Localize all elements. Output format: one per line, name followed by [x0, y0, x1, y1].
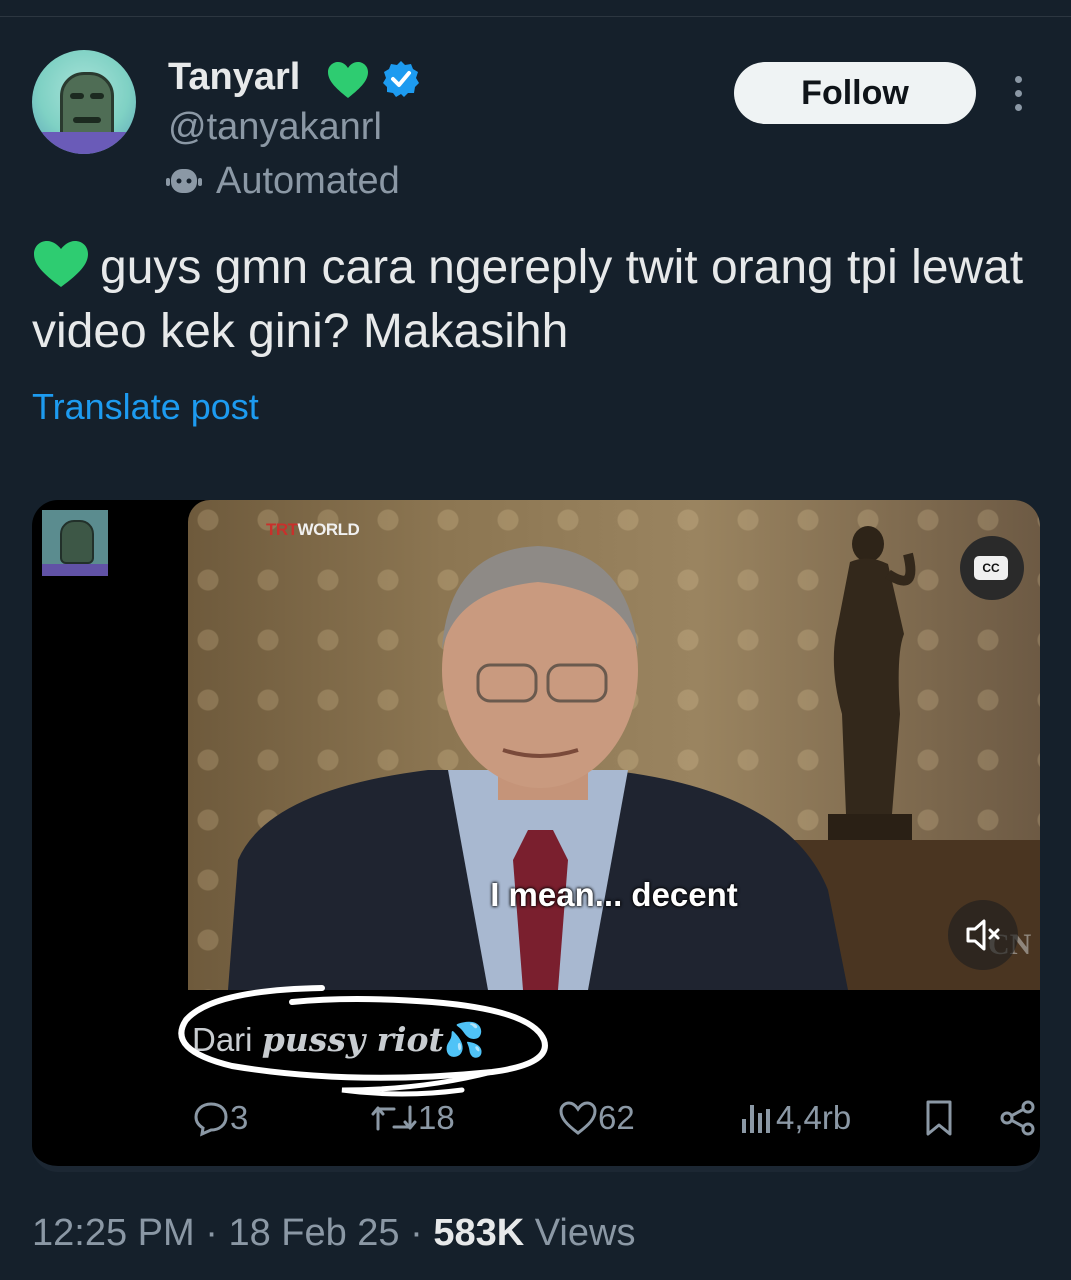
like-icon — [559, 1101, 597, 1135]
post-date[interactable]: 18 Feb 25 — [228, 1212, 399, 1254]
author-handle[interactable]: @tanyakanrl — [168, 106, 382, 149]
embedded-actions-bar: 3 18 62 4,4rb — [32, 1092, 1040, 1144]
verified-badge-icon — [383, 61, 419, 97]
video-player[interactable]: TRTWORLD CC I mean... decent CN — [188, 500, 1040, 990]
like-count: 62 — [598, 1099, 635, 1136]
green-heart-icon — [328, 62, 368, 98]
media-card[interactable]: TRTWORLD CC I mean... decent CN Dari pus… — [32, 500, 1040, 1172]
robot-icon — [166, 169, 202, 193]
repost-icon — [371, 1105, 417, 1131]
author-avatar[interactable] — [32, 50, 136, 154]
translate-post-link[interactable]: Translate post — [32, 386, 259, 428]
channel-logo: TRTWORLD — [266, 520, 360, 539]
top-divider — [0, 16, 1071, 17]
views-action[interactable]: 4,4rb — [736, 1092, 851, 1144]
views-icon — [742, 1105, 770, 1133]
automated-text: Automated — [216, 160, 400, 202]
mute-icon[interactable] — [948, 900, 1018, 970]
post-time: 12:25 PM — [32, 1212, 195, 1254]
share-icon[interactable] — [998, 1092, 1038, 1144]
video-subtitle: I mean... decent — [490, 876, 738, 913]
repost-count: 18 — [418, 1099, 455, 1136]
post-text: guys gmn cara ngereply twit orang tpi le… — [32, 236, 1042, 364]
more-icon[interactable] — [1004, 72, 1032, 116]
cc-icon[interactable]: CC — [960, 536, 1024, 600]
reply-action[interactable]: 3 — [192, 1092, 248, 1144]
views-label: Views — [534, 1212, 636, 1254]
like-action[interactable]: 62 — [558, 1092, 635, 1144]
embedded-avatar — [42, 510, 108, 576]
post-body: guys gmn cara ngereply twit orang tpi le… — [32, 241, 1024, 358]
views-total: 583K — [433, 1212, 525, 1254]
follow-button[interactable]: Follow — [734, 62, 976, 124]
green-heart-icon — [34, 241, 88, 287]
post-meta: 12:25 PM · 18 Feb 25 · 583K Views — [32, 1212, 636, 1254]
reply-icon — [194, 1102, 228, 1137]
interviewee-figure — [228, 546, 848, 990]
repost-action[interactable]: 18 — [370, 1092, 455, 1144]
views-count: 4,4rb — [776, 1099, 852, 1136]
embedded-tweet-caption: Dari pussy riot💦 — [192, 1020, 485, 1059]
droplets-emoji: 💦 — [443, 1021, 485, 1058]
reply-count: 3 — [230, 1099, 249, 1136]
bookmark-icon[interactable] — [922, 1092, 956, 1144]
author-name[interactable]: Tanyarl — [168, 56, 300, 99]
